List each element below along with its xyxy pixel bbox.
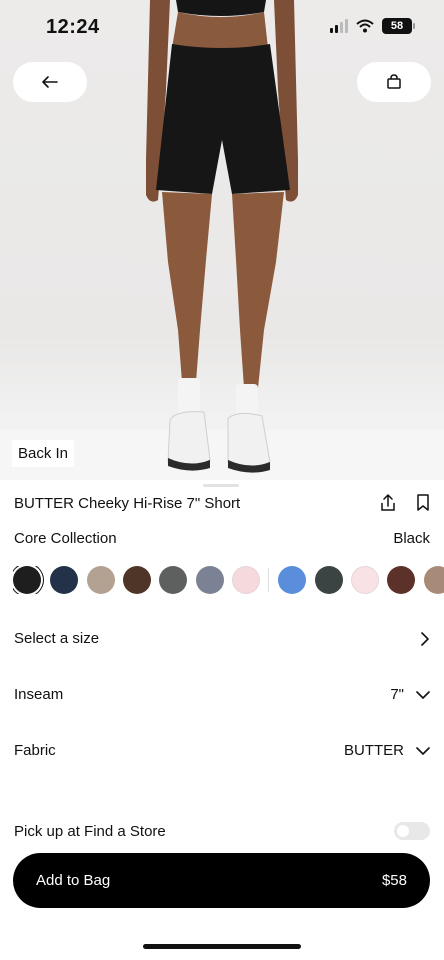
- home-indicator[interactable]: [143, 944, 301, 949]
- pickup-row: Pick up at Find a Store: [14, 822, 430, 840]
- chevron-down-icon: [416, 690, 430, 699]
- product-title-row: BUTTER Cheeky Hi-Rise 7" Short: [14, 494, 430, 512]
- add-to-bag-button[interactable]: Add to Bag $58: [13, 853, 430, 908]
- selected-color-name: Black: [393, 530, 430, 547]
- size-selector[interactable]: Select a size: [14, 630, 430, 647]
- color-swatch[interactable]: [50, 566, 78, 594]
- product-hero-image[interactable]: 12:24 58 Back In: [0, 0, 444, 480]
- size-selector-label: Select a size: [14, 630, 100, 647]
- chevron-down-icon: [416, 746, 430, 755]
- share-icon[interactable]: [380, 494, 396, 512]
- color-swatch[interactable]: [387, 566, 415, 594]
- swatch-divider: [268, 568, 269, 592]
- inseam-value-group: 7": [390, 686, 430, 703]
- inseam-value: 7": [390, 686, 404, 703]
- color-swatch[interactable]: [278, 566, 306, 594]
- color-swatch[interactable]: [315, 566, 343, 594]
- chevron-right-icon: [421, 631, 429, 646]
- shopping-bag-button[interactable]: [357, 62, 431, 102]
- color-swatch[interactable]: [123, 566, 151, 594]
- product-title: BUTTER Cheeky Hi-Rise 7" Short: [14, 494, 241, 512]
- back-button[interactable]: [13, 62, 87, 102]
- add-to-bag-price: $58: [381, 872, 407, 889]
- color-swatch[interactable]: [424, 566, 444, 594]
- back-in-badge: Back In: [12, 440, 75, 467]
- color-swatch[interactable]: [159, 566, 187, 594]
- color-swatch[interactable]: [13, 566, 41, 594]
- fabric-value-group: BUTTER: [344, 742, 430, 759]
- color-swatches: [13, 566, 444, 594]
- bookmark-icon[interactable]: [416, 494, 430, 512]
- inseam-selector[interactable]: Inseam 7": [14, 686, 430, 703]
- sheet-handle[interactable]: [203, 484, 239, 487]
- fabric-value: BUTTER: [344, 742, 404, 759]
- cellular-signal-icon: [330, 19, 348, 33]
- color-swatch[interactable]: [87, 566, 115, 594]
- color-swatch[interactable]: [196, 566, 224, 594]
- wifi-icon: [356, 19, 374, 33]
- pickup-label: Pick up at Find a Store: [14, 822, 166, 840]
- fabric-selector[interactable]: Fabric BUTTER: [14, 742, 430, 759]
- color-swatch[interactable]: [351, 566, 379, 594]
- color-swatch[interactable]: [232, 566, 260, 594]
- arrow-left-icon: [42, 76, 58, 88]
- status-time: 12:24: [46, 16, 100, 38]
- title-actions: [380, 494, 430, 512]
- battery-icon: 58: [382, 18, 415, 34]
- inseam-label: Inseam: [14, 686, 64, 703]
- collection-name: Core Collection: [14, 530, 117, 547]
- add-to-bag-label: Add to Bag: [36, 872, 111, 889]
- pickup-toggle[interactable]: [394, 822, 430, 840]
- shopping-bag-icon: [387, 74, 401, 89]
- collection-row: Core Collection Black: [14, 530, 430, 547]
- status-icons: 58: [330, 18, 415, 34]
- fabric-label: Fabric: [14, 742, 56, 759]
